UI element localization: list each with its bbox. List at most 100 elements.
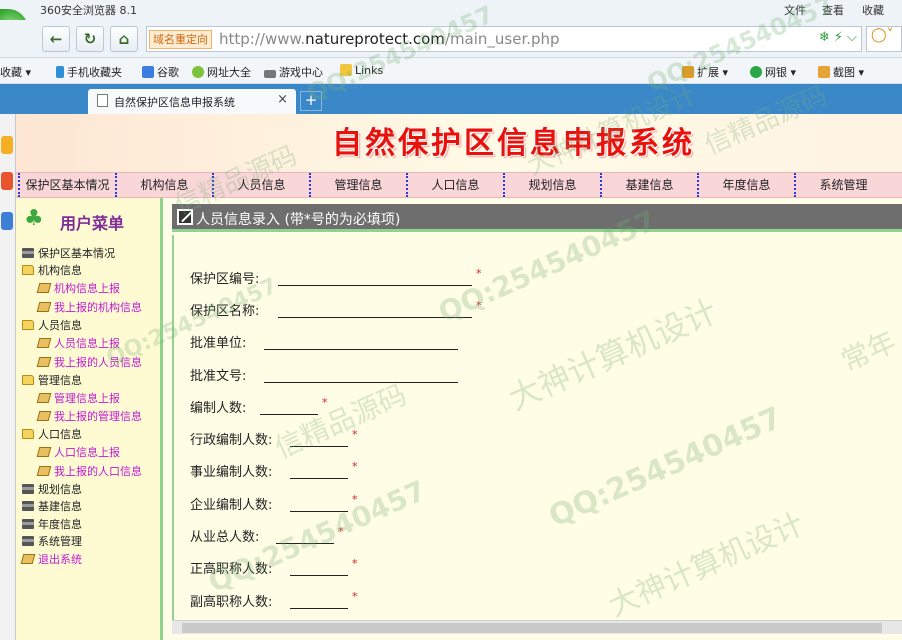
- page-icon: [36, 338, 52, 348]
- nav-personnel[interactable]: 人员信息: [212, 173, 309, 197]
- new-tab-button[interactable]: +: [300, 91, 322, 111]
- menu-personnel-mine[interactable]: 我上报的人员信息: [36, 356, 142, 370]
- folder-icon: [340, 64, 352, 76]
- browser-navbar: ← ↻ ⌂ 域名重定向 http://www.natureprotect.com…: [0, 20, 902, 58]
- extensions-button[interactable]: 扩展 ▾: [682, 64, 728, 80]
- folder-icon: [22, 320, 34, 330]
- nav-reserve-basic[interactable]: 保护区基本情况: [18, 173, 115, 197]
- menu-population-mine[interactable]: 我上报的人口信息: [36, 465, 142, 479]
- menu-view[interactable]: 查看: [822, 2, 844, 18]
- reserve-code-input[interactable]: [278, 270, 472, 286]
- screenshot-button[interactable]: 截图 ▾: [818, 64, 864, 80]
- required-mark: *: [352, 590, 358, 603]
- senior-title-input[interactable]: [290, 560, 348, 576]
- enterprise-staff-input[interactable]: [290, 496, 348, 512]
- home-icon[interactable]: ⌂: [110, 26, 138, 52]
- nav-infrastructure[interactable]: 基建信息: [600, 173, 697, 197]
- fav-mobile[interactable]: 手机收藏夹: [56, 64, 122, 80]
- fav-google[interactable]: 谷歌: [142, 64, 179, 80]
- required-mark: *: [322, 396, 328, 409]
- total-employees-input[interactable]: [276, 528, 334, 544]
- page-icon: [20, 554, 36, 564]
- staff-count-input[interactable]: [260, 399, 318, 415]
- menu-favorites[interactable]: 收藏: [862, 2, 884, 18]
- browser-side-strip: [0, 114, 16, 640]
- edit-icon: [177, 209, 193, 225]
- required-mark: *: [352, 460, 358, 473]
- required-mark: *: [352, 428, 358, 441]
- required-mark: *: [476, 299, 482, 312]
- menu-planning[interactable]: 规划信息: [22, 483, 82, 497]
- menu-annual[interactable]: 年度信息: [22, 518, 82, 532]
- menu-system[interactable]: 系统管理: [22, 535, 82, 549]
- horizontal-scrollbar[interactable]: [172, 620, 902, 634]
- book-icon: [22, 519, 34, 529]
- menu-file[interactable]: 文件: [784, 2, 806, 18]
- nav-organization[interactable]: 机构信息: [115, 173, 212, 197]
- search-engine-icon[interactable]: ◯˅: [866, 26, 902, 52]
- hao-icon: [192, 66, 204, 78]
- browser-title: 360安全浏览器 8.1: [40, 4, 137, 17]
- phone-icon: [56, 66, 64, 78]
- fav-hao[interactable]: 网址大全: [192, 64, 251, 80]
- nav-population[interactable]: 人口信息: [406, 173, 503, 197]
- menu-organization-report[interactable]: 机构信息上报: [36, 282, 120, 296]
- menu-personnel[interactable]: 人员信息: [22, 319, 82, 333]
- side-tool-icon[interactable]: [1, 136, 13, 154]
- menu-personnel-report[interactable]: 人员信息上报: [36, 337, 120, 351]
- browser-titlebar: 360安全浏览器 8.1 文件 查看 收藏: [0, 0, 902, 20]
- associate-title-input[interactable]: [290, 593, 348, 609]
- tab-close-icon[interactable]: ×: [277, 92, 288, 107]
- gamepad-icon: [264, 70, 276, 78]
- page-icon: [36, 393, 52, 403]
- menu-management[interactable]: 管理信息: [22, 374, 82, 388]
- menu-logout[interactable]: 退出系统: [20, 553, 82, 567]
- book-icon: [22, 536, 34, 546]
- fav-games[interactable]: 游戏中心: [264, 64, 323, 80]
- user-menu-sidebar: ♣ 用户菜单 保护区基本情况 机构信息 机构信息上报 我上报的机构信息 人员信息…: [16, 198, 163, 640]
- approval-unit-input[interactable]: [264, 334, 458, 350]
- approval-doc-input[interactable]: [264, 367, 458, 383]
- required-mark: *: [476, 267, 482, 280]
- menu-organization-mine[interactable]: 我上报的机构信息: [36, 301, 142, 315]
- book-icon: [22, 501, 34, 511]
- page-icon: [36, 447, 52, 457]
- refresh-icon[interactable]: ↻: [76, 26, 104, 52]
- nav-annual[interactable]: 年度信息: [697, 173, 794, 197]
- page-icon: [36, 302, 52, 312]
- scrollbar-thumb[interactable]: [182, 623, 882, 633]
- required-mark: *: [352, 557, 358, 570]
- form-title: 人员信息录入 (带*号的为必填项): [196, 212, 401, 228]
- menu-management-mine[interactable]: 我上报的管理信息: [36, 410, 142, 424]
- nav-planning[interactable]: 规划信息: [503, 173, 600, 197]
- nav-system[interactable]: 系统管理: [794, 173, 891, 197]
- menu-organization[interactable]: 机构信息: [22, 264, 82, 278]
- security-shield-icon[interactable]: ❄ ⚡ ⌵: [819, 30, 857, 45]
- favorites-menu[interactable]: 收藏 ▾: [0, 64, 31, 80]
- user-menu-title: 用户菜单: [60, 214, 125, 233]
- nav-management[interactable]: 管理信息: [309, 173, 406, 197]
- tab-active[interactable]: 自然保护区信息申报系统 ×: [88, 89, 296, 114]
- back-arrow-icon[interactable]: ←: [42, 26, 70, 52]
- top-navigation: 保护区基本情况 机构信息 人员信息 管理信息 人口信息 规划信息 基建信息 年度…: [16, 172, 902, 198]
- menu-population-report[interactable]: 人口信息上报: [36, 446, 120, 460]
- book-icon: [22, 484, 34, 494]
- admin-staff-input[interactable]: [290, 431, 348, 447]
- public-staff-input[interactable]: [290, 463, 348, 479]
- address-bar[interactable]: 域名重定向 http://www.natureprotect.com/main_…: [146, 26, 862, 52]
- banner-title: 自然保护区信息申报系统: [332, 126, 695, 161]
- menu-reserve-basic[interactable]: 保护区基本情况: [22, 247, 115, 261]
- menu-infrastructure[interactable]: 基建信息: [22, 500, 82, 514]
- side-tool-icon[interactable]: [1, 172, 13, 190]
- page-icon: [36, 411, 52, 421]
- bank-button[interactable]: 网银 ▾: [750, 64, 796, 80]
- fav-links[interactable]: Links: [340, 64, 383, 77]
- address-url[interactable]: http://www.natureprotect.com/main_user.p…: [219, 30, 560, 48]
- reserve-name-input[interactable]: [278, 302, 472, 318]
- favorites-bar: 收藏 ▾ 手机收藏夹 谷歌 网址大全 游戏中心 Links 扩展 ▾ 网银 ▾ …: [0, 58, 902, 84]
- menu-management-report[interactable]: 管理信息上报: [36, 392, 120, 406]
- side-tool-icon[interactable]: [1, 212, 13, 230]
- folder-icon: [22, 265, 34, 275]
- redirect-badge: 域名重定向: [149, 30, 212, 49]
- menu-population[interactable]: 人口信息: [22, 428, 82, 442]
